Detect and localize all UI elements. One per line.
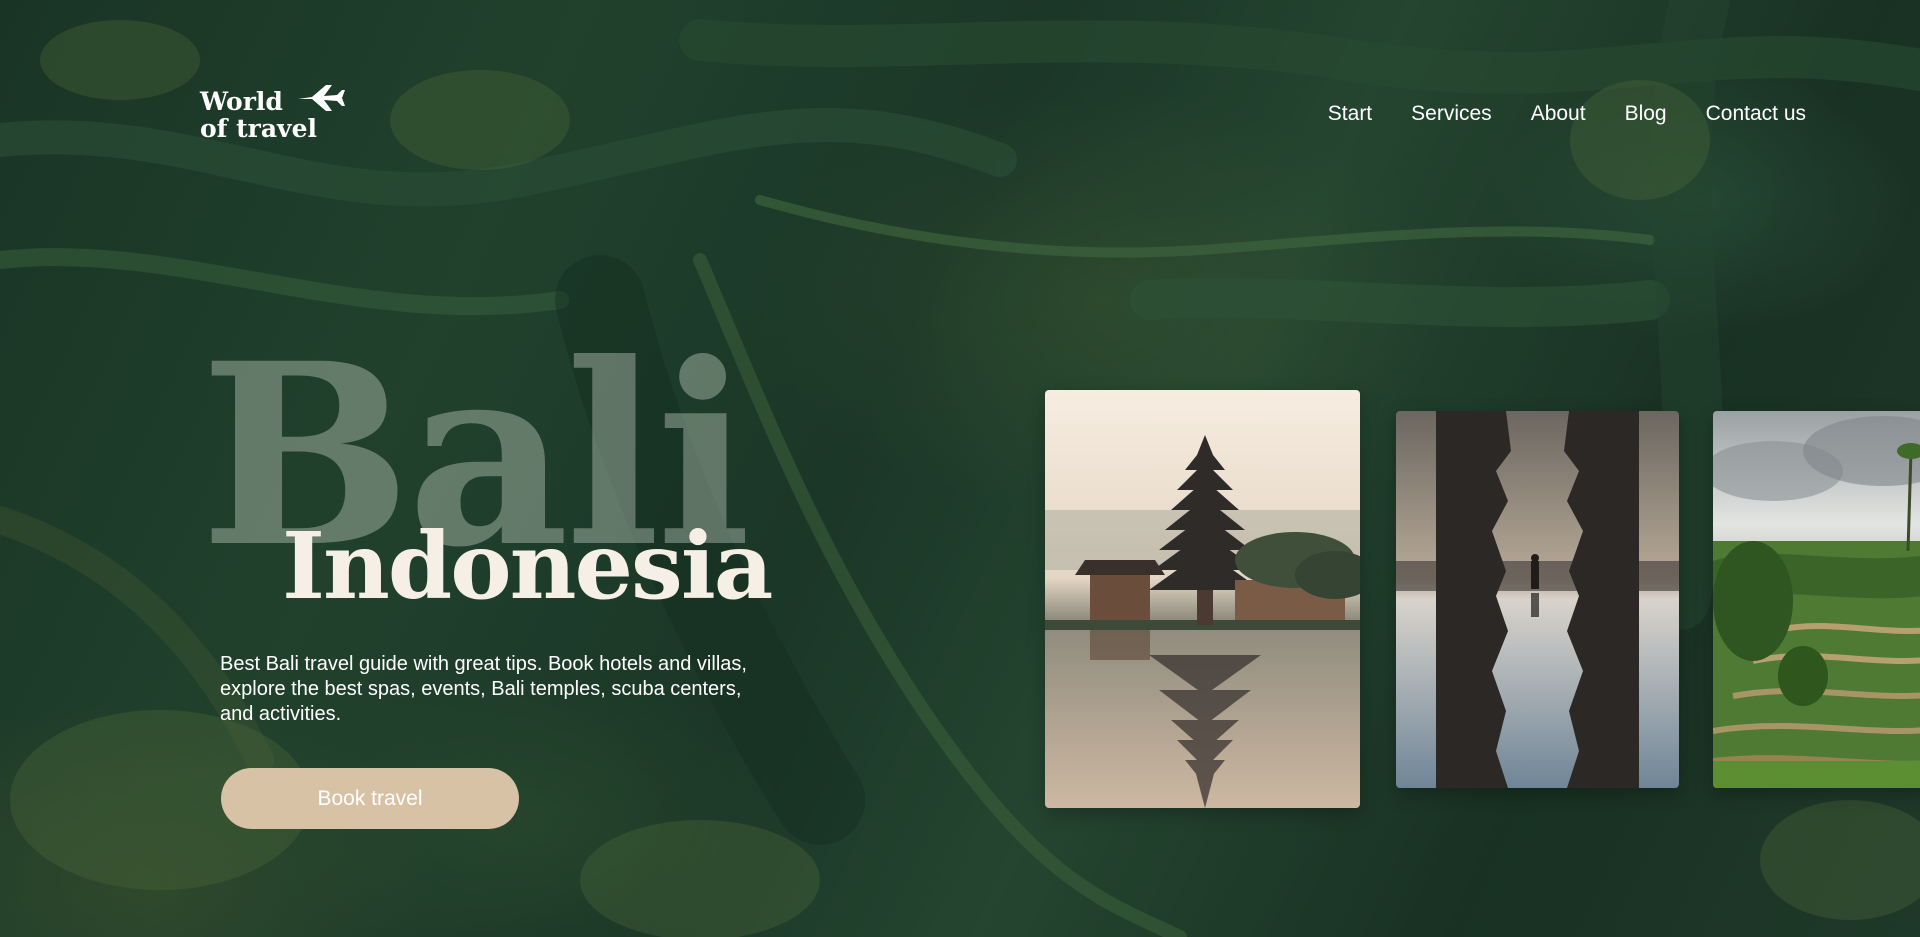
nav-item-start[interactable]: Start bbox=[1328, 102, 1372, 126]
gallery-card-lake-temple[interactable] bbox=[1045, 390, 1360, 808]
lake-temple-image bbox=[1045, 390, 1360, 808]
gallery-card-temple-gate[interactable] bbox=[1396, 411, 1679, 788]
airplane-icon bbox=[298, 85, 345, 111]
gallery-card-rice-terraces[interactable] bbox=[1713, 411, 1920, 788]
hero-description: Best Bali travel guide with great tips. … bbox=[220, 653, 747, 725]
rice-terraces-image bbox=[1713, 411, 1920, 788]
hero-subtitle: Indonesia bbox=[282, 512, 773, 620]
brand-logo[interactable]: World of travel bbox=[200, 85, 345, 143]
brand-line-2: of travel bbox=[200, 114, 317, 143]
temple-gate-image bbox=[1396, 411, 1679, 788]
main-nav: Start Services About Blog Contact us bbox=[1289, 102, 1806, 126]
nav-item-contact[interactable]: Contact us bbox=[1706, 102, 1806, 126]
nav-item-services[interactable]: Services bbox=[1411, 102, 1492, 126]
nav-item-about[interactable]: About bbox=[1531, 102, 1586, 126]
book-travel-button[interactable]: Book travel bbox=[221, 768, 519, 829]
nav-item-blog[interactable]: Blog bbox=[1625, 102, 1667, 126]
